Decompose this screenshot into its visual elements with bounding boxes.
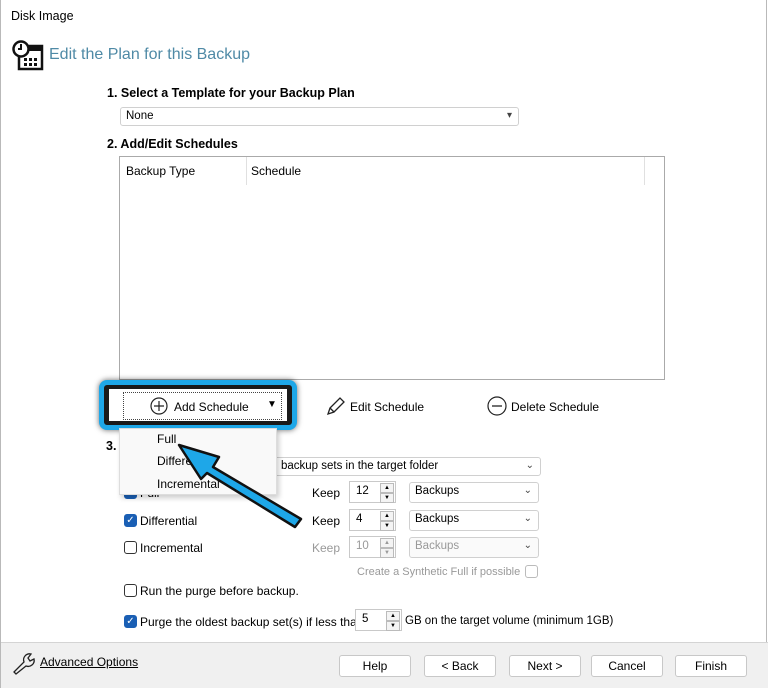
pencil-icon	[326, 397, 345, 416]
chevron-down-icon: ⌄	[525, 460, 534, 471]
chevron-down-icon: ⌄	[523, 540, 532, 551]
incremental-count: 10	[356, 540, 369, 552]
run-purge-checkbox[interactable]	[124, 584, 137, 597]
next-button[interactable]: Next >	[509, 655, 581, 677]
list-header: Backup Type Schedule	[120, 157, 664, 185]
advanced-options-link[interactable]: Advanced Options	[40, 655, 138, 669]
full-count: 12	[356, 485, 369, 497]
schedule-list[interactable]: Backup Type Schedule	[119, 156, 665, 380]
keep-label: Keep	[312, 514, 341, 528]
spin-down-icon[interactable]: ▼	[380, 493, 394, 503]
spin-down-icon[interactable]: ▼	[380, 548, 394, 558]
full-unit: Backups	[415, 485, 460, 497]
keep-label: Keep	[312, 541, 341, 555]
purge-gb-spinner[interactable]: 5 ▲ ▼	[355, 609, 402, 631]
incremental-label: Incremental	[140, 541, 203, 555]
column-divider	[246, 157, 247, 185]
spin-up-icon[interactable]: ▲	[380, 483, 394, 493]
differential-unit-select[interactable]: Backups ⌄	[409, 510, 539, 531]
full-unit-select[interactable]: Backups ⌄	[409, 482, 539, 503]
dialog-window: Disk Image Edit the Plan for this Backup…	[0, 0, 768, 688]
section1-label: 1. Select a Template for your Backup Pla…	[107, 86, 355, 100]
differential-unit: Backups	[415, 513, 460, 525]
run-purge-label: Run the purge before backup.	[140, 584, 299, 598]
spin-up-icon[interactable]: ▲	[380, 511, 394, 521]
arrow-annotation	[177, 443, 303, 529]
section3-label: 3.	[106, 439, 117, 453]
column-schedule[interactable]: Schedule	[251, 164, 301, 178]
minus-circle-icon	[487, 396, 507, 416]
incremental-unit-select[interactable]: Backups ⌄	[409, 537, 539, 558]
differential-checkbox[interactable]: ✓	[124, 514, 137, 527]
window-title: Disk Image	[11, 9, 74, 23]
edit-schedule-label: Edit Schedule	[350, 400, 425, 414]
template-select[interactable]: None ▾	[120, 107, 519, 126]
purge-oldest-checkbox[interactable]: ✓	[124, 615, 137, 628]
caret-down-icon: ▼	[267, 399, 277, 410]
template-value: None	[126, 110, 154, 122]
help-button[interactable]: Help	[339, 655, 411, 677]
purge-oldest-label: Purge the oldest backup set(s) if less t…	[140, 615, 364, 629]
purge-gb-suffix: GB on the target volume (minimum 1GB)	[405, 615, 614, 627]
wrench-icon	[13, 653, 35, 675]
incremental-unit: Backups	[415, 540, 460, 552]
back-button[interactable]: < Back	[424, 655, 496, 677]
synthetic-full-label: Create a Synthetic Full if possible	[357, 566, 521, 578]
spin-up-icon[interactable]: ▲	[386, 611, 400, 621]
differential-count-spinner[interactable]: 4 ▲ ▼	[349, 509, 396, 531]
chevron-down-icon: ⌄	[523, 485, 532, 496]
calendar-clock-icon	[12, 40, 44, 71]
chevron-down-icon: ⌄	[523, 513, 532, 524]
incremental-checkbox[interactable]	[124, 541, 137, 554]
column-divider	[644, 157, 645, 185]
add-schedule-button[interactable]: Add Schedule ▼	[123, 392, 282, 420]
column-backup-type[interactable]: Backup Type	[126, 164, 195, 178]
spin-down-icon[interactable]: ▼	[386, 621, 400, 631]
plus-circle-icon	[150, 397, 168, 415]
spin-down-icon[interactable]: ▼	[380, 521, 394, 531]
purge-gb: 5	[362, 613, 369, 625]
spin-up-icon[interactable]: ▲	[380, 538, 394, 548]
cancel-button[interactable]: Cancel	[591, 655, 663, 677]
delete-schedule-label: Delete Schedule	[511, 400, 600, 414]
full-count-spinner[interactable]: 12 ▲ ▼	[349, 481, 396, 503]
page-title: Edit the Plan for this Backup	[49, 46, 250, 63]
keep-label: Keep	[312, 486, 341, 500]
synthetic-full-checkbox[interactable]	[525, 565, 538, 578]
add-schedule-label: Add Schedule	[174, 400, 249, 414]
dropdown-arrow-icon: ▾	[506, 110, 512, 121]
finish-button[interactable]: Finish	[675, 655, 747, 677]
differential-count: 4	[356, 513, 363, 525]
incremental-count-spinner[interactable]: 10 ▲ ▼	[349, 536, 396, 558]
section2-label: 2. Add/Edit Schedules	[107, 137, 238, 151]
